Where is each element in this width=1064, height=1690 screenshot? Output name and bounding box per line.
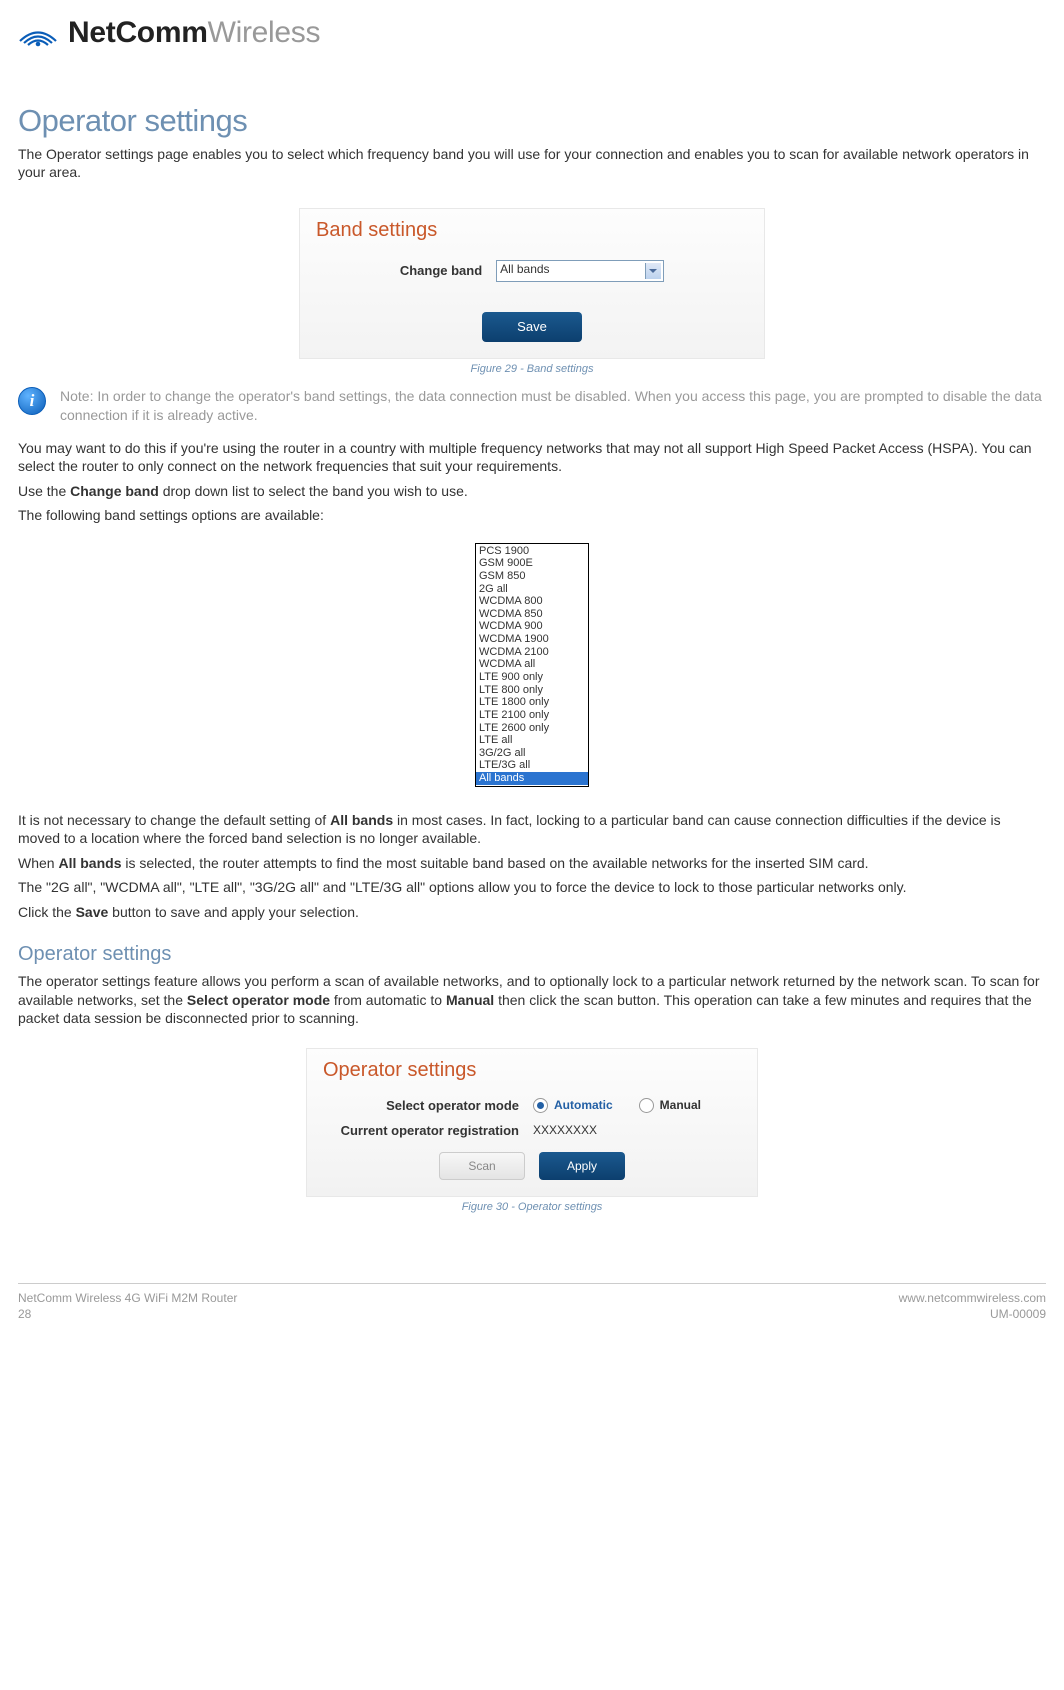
subheading-operator-settings: Operator settings: [18, 943, 1046, 966]
list-item[interactable]: LTE 2100 only: [476, 709, 588, 722]
footer-url: www.netcommwireless.com: [899, 1290, 1046, 1307]
list-item[interactable]: LTE 800 only: [476, 684, 588, 697]
figure-30-caption: Figure 30 - Operator settings: [18, 1201, 1046, 1213]
current-operator-value: XXXXXXXX: [533, 1123, 597, 1137]
band-settings-panel: Band settings Change band All bands Save: [299, 208, 765, 359]
brand-text: NetCommWireless: [68, 16, 320, 50]
list-item[interactable]: PCS 1900: [476, 545, 588, 558]
brand-light: Wireless: [208, 16, 321, 49]
list-item[interactable]: WCDMA all: [476, 658, 588, 671]
paragraph-whenallbands: When All bands is selected, the router a…: [18, 854, 1046, 872]
list-item[interactable]: LTE all: [476, 734, 588, 747]
paragraph-clicksave: Click the Save button to save and apply …: [18, 903, 1046, 921]
change-band-value: All bands: [500, 262, 549, 276]
band-options-listbox[interactable]: PCS 1900 GSM 900E GSM 850 2G all WCDMA 8…: [475, 543, 589, 787]
radio-icon: [639, 1098, 654, 1113]
page-footer: NetComm Wireless 4G WiFi M2M Router 28 w…: [18, 1283, 1046, 1324]
list-item[interactable]: GSM 900E: [476, 557, 588, 570]
paragraph-following: The following band settings options are …: [18, 506, 1046, 524]
band-panel-title: Band settings: [316, 219, 748, 242]
paragraph-use-changeband: Use the Change band drop down list to se…: [18, 482, 1046, 500]
list-item[interactable]: WCDMA 1900: [476, 633, 588, 646]
scan-button[interactable]: Scan: [439, 1152, 525, 1180]
list-item[interactable]: WCDMA 850: [476, 608, 588, 621]
figure-29-caption: Figure 29 - Band settings: [18, 363, 1046, 375]
select-operator-mode-label: Select operator mode: [323, 1098, 533, 1113]
note-row: i Note: In order to change the operator'…: [18, 387, 1046, 425]
list-item[interactable]: WCDMA 2100: [476, 646, 588, 659]
list-item[interactable]: LTE/3G all: [476, 759, 588, 772]
list-item[interactable]: LTE 2600 only: [476, 722, 588, 735]
list-item[interactable]: WCDMA 800: [476, 595, 588, 608]
brand-bold: NetComm: [68, 16, 208, 49]
save-button[interactable]: Save: [482, 312, 582, 342]
list-item[interactable]: LTE 1800 only: [476, 696, 588, 709]
paragraph-modes: The "2G all", "WCDMA all", "LTE all", "3…: [18, 878, 1046, 896]
page-title: Operator settings: [18, 103, 1046, 139]
chevron-down-icon: [649, 269, 657, 273]
list-item[interactable]: GSM 850: [476, 570, 588, 583]
radio-manual-label: Manual: [660, 1098, 701, 1112]
list-item[interactable]: 2G all: [476, 583, 588, 596]
footer-product: NetComm Wireless 4G WiFi M2M Router: [18, 1290, 237, 1307]
list-item[interactable]: WCDMA 900: [476, 620, 588, 633]
radio-automatic[interactable]: Automatic: [533, 1098, 613, 1113]
intro-paragraph: The Operator settings page enables you t…: [18, 145, 1046, 182]
apply-button[interactable]: Apply: [539, 1152, 625, 1180]
brand-header: NetCommWireless: [18, 12, 1046, 58]
list-item[interactable]: 3G/2G all: [476, 747, 588, 760]
radio-automatic-label: Automatic: [554, 1098, 613, 1112]
paragraph-hspa: You may want to do this if you're using …: [18, 439, 1046, 476]
change-band-select[interactable]: All bands: [496, 260, 664, 282]
current-operator-label: Current operator registration: [323, 1123, 533, 1138]
list-item-selected[interactable]: All bands: [476, 772, 588, 785]
operator-panel-title: Operator settings: [323, 1059, 741, 1082]
netcomm-logo-icon: [18, 18, 58, 48]
radio-manual[interactable]: Manual: [639, 1098, 701, 1113]
note-text: Note: In order to change the operator's …: [60, 387, 1046, 425]
list-item[interactable]: LTE 900 only: [476, 671, 588, 684]
paragraph-operator-intro: The operator settings feature allows you…: [18, 972, 1046, 1027]
operator-settings-panel: Operator settings Select operator mode A…: [306, 1048, 758, 1197]
footer-doc-id: UM-00009: [899, 1306, 1046, 1323]
paragraph-notnecessary: It is not necessary to change the defaul…: [18, 811, 1046, 848]
radio-icon: [533, 1098, 548, 1113]
info-icon: i: [18, 387, 46, 415]
change-band-label: Change band: [400, 263, 482, 278]
footer-page-number: 28: [18, 1306, 237, 1323]
